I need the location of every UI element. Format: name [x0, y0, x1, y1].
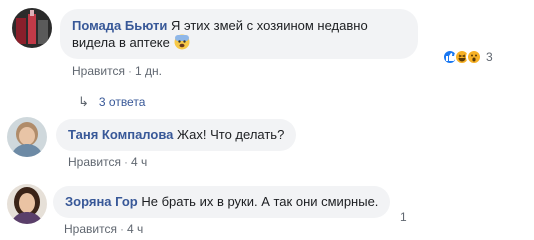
comment-meta: Нравится · 4 ч — [68, 155, 147, 169]
view-replies-link[interactable]: ↳ 3 ответа — [78, 94, 145, 110]
timestamp[interactable]: 4 ч — [127, 222, 143, 236]
like-button[interactable]: Нравится — [72, 64, 125, 78]
replies-count[interactable]: 3 ответа — [99, 95, 145, 109]
reactions-summary[interactable]: 1 — [396, 207, 407, 227]
like-button[interactable]: Нравится — [64, 222, 117, 236]
separator: · — [127, 64, 132, 78]
wow-reaction-icon — [466, 49, 482, 65]
comment-meta: Нравится · 4 ч — [64, 222, 143, 236]
comment-text: Не брать их в руки. А так они смирные. — [141, 194, 379, 209]
reactions-summary[interactable]: 3 — [442, 47, 493, 67]
avatar-tanya[interactable] — [7, 117, 47, 157]
comment-bubble: Помада Бьюти Я этих змей с хозяином неда… — [60, 9, 418, 59]
reply-arrow-icon: ↳ — [78, 94, 89, 109]
like-button[interactable]: Нравится — [68, 155, 121, 169]
comment-meta: Нравится · 1 дн. — [72, 64, 162, 78]
separator: · — [123, 155, 128, 169]
avatar-zoryana[interactable] — [7, 184, 47, 224]
comment-bubble: Таня Компалова Жах! Что делать? — [56, 119, 297, 151]
reaction-count: 3 — [486, 50, 493, 64]
avatar-pomada[interactable] — [12, 8, 52, 48]
fearful-face-emoji — [174, 34, 190, 50]
timestamp[interactable]: 1 дн. — [135, 64, 162, 78]
separator: · — [119, 222, 124, 236]
timestamp[interactable]: 4 ч — [131, 155, 147, 169]
comment-text: Жах! Что делать? — [177, 127, 285, 142]
comment-author[interactable]: Таня Компалова — [68, 127, 173, 142]
comment-bubble: Зоряна Гор Не брать их в руки. А так они… — [53, 186, 391, 218]
comment-author[interactable]: Помада Бьюти — [72, 18, 167, 33]
reaction-count: 1 — [400, 210, 407, 224]
comment-author[interactable]: Зоряна Гор — [65, 194, 138, 209]
